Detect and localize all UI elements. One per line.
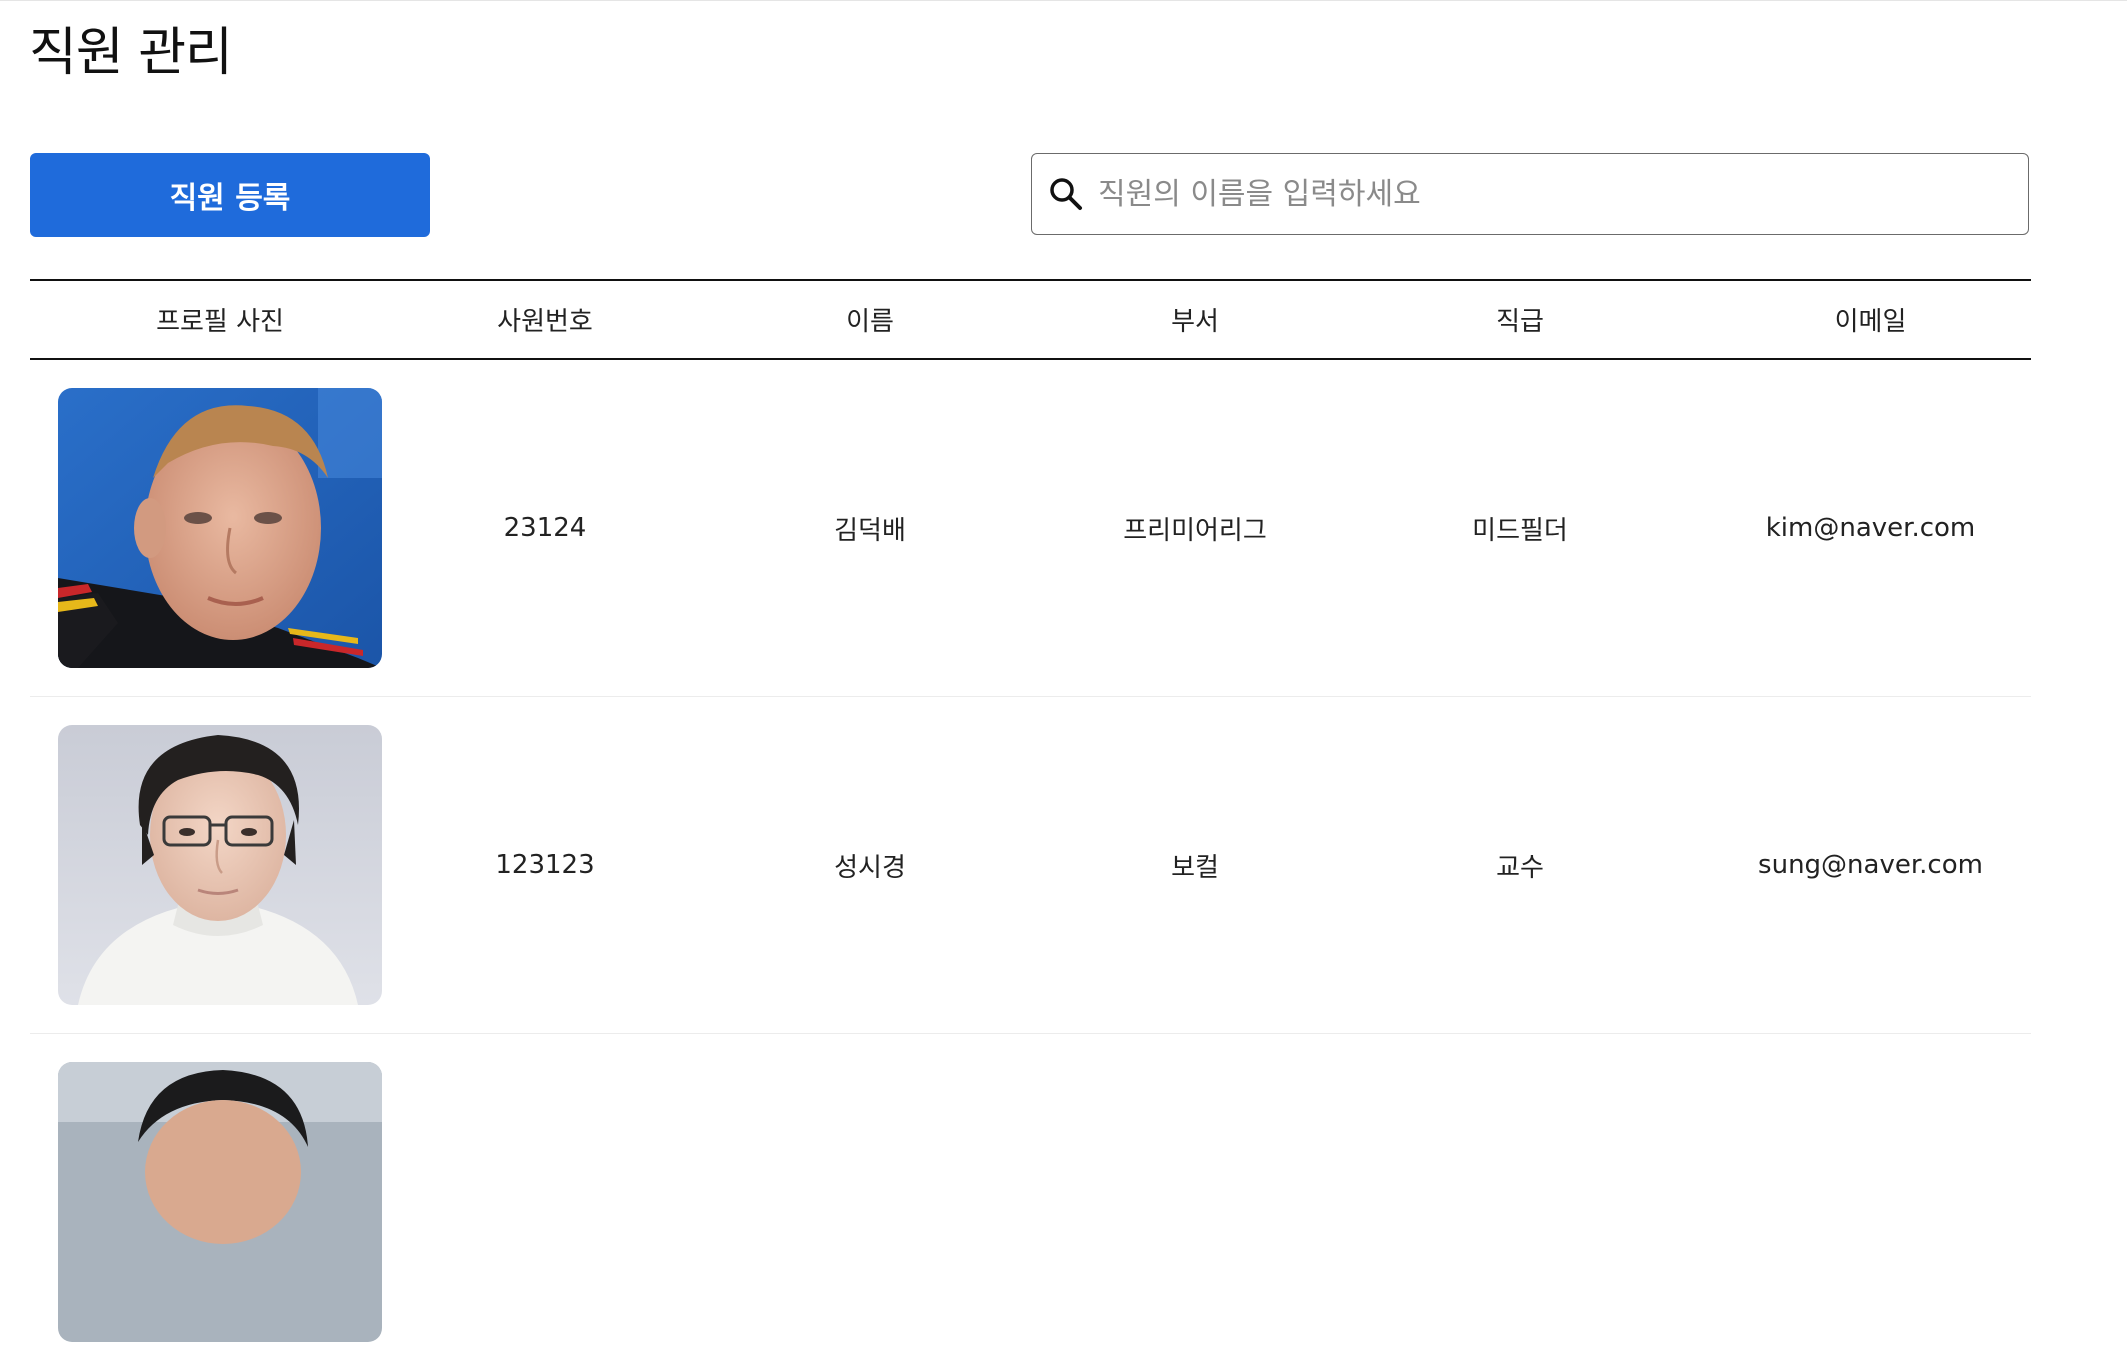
column-header-email: 이메일 [1834, 307, 1907, 337]
column-header-photo: 프로필 사진 [156, 307, 284, 337]
employee-email: sung@naver.com [1758, 850, 1983, 880]
profile-photo[interactable] [58, 1062, 382, 1342]
top-divider [0, 0, 2127, 1]
search-input[interactable] [1096, 163, 2028, 225]
profile-photo[interactable] [58, 388, 382, 668]
photo-cell [30, 725, 410, 1005]
register-employee-button[interactable]: 직원 등록 [30, 153, 430, 237]
search-box[interactable] [1031, 153, 2029, 235]
profile-photo[interactable] [58, 725, 382, 1005]
page-title: 직원 관리 [29, 23, 233, 83]
employee-rank: 교수 [1496, 852, 1544, 883]
table-header: 프로필 사진 사원번호 이름 부서 직급 이메일 [30, 279, 2031, 360]
table-row[interactable] [30, 1034, 2031, 1371]
column-header-id: 사원번호 [497, 307, 593, 337]
employee-name: 김덕배 [834, 515, 906, 546]
column-header-rank: 직급 [1496, 307, 1544, 337]
employee-dept: 보컬 [1171, 852, 1219, 883]
employee-table: 프로필 사진 사원번호 이름 부서 직급 이메일 23124 김덕배 프리미어리… [30, 279, 2031, 1371]
employee-id: 123123 [495, 850, 595, 880]
column-header-dept: 부서 [1171, 307, 1219, 337]
employee-email: kim@naver.com [1765, 513, 1976, 543]
photo-cell [30, 1034, 410, 1342]
employee-name: 성시경 [834, 852, 906, 883]
employee-rank: 미드필더 [1472, 515, 1568, 546]
search-icon [1046, 174, 1086, 214]
employee-dept: 프리미어리그 [1123, 515, 1267, 546]
table-row[interactable]: 23124 김덕배 프리미어리그 미드필더 kim@naver.com [30, 360, 2031, 697]
photo-cell [30, 388, 410, 668]
column-header-name: 이름 [846, 307, 894, 337]
employee-id: 23124 [503, 513, 587, 543]
table-row[interactable]: 123123 성시경 보컬 교수 sung@naver.com [30, 697, 2031, 1034]
